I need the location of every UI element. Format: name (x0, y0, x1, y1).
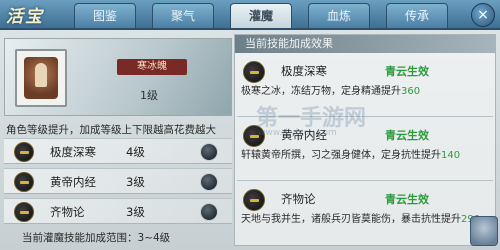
tab-guanmo[interactable]: 灌魔 (230, 3, 292, 28)
top-bar: 活宝 图鉴 聚气 灌魔 血炼 传承 × (0, 0, 500, 30)
tab-juqi[interactable]: 聚气 (152, 3, 214, 28)
tab-chuancheng[interactable]: 传承 (386, 3, 448, 28)
watermark-url: www.diyiyou.com (258, 128, 337, 138)
orb-slot-icon[interactable] (200, 203, 218, 221)
requirement-name: 黄帝内经 (50, 175, 96, 189)
left-panel: 寒冰魄 1级 角色等级提升，加成等级上下限越高花费越大 极度深寒 4级 黄帝内经… (4, 34, 232, 246)
skill-book-icon (243, 189, 265, 211)
app-window: 活宝 图鉴 聚气 灌魔 血炼 传承 × 寒冰魄 1级 角色等级提升，加成等级上下… (0, 0, 500, 250)
requirement-level: 3级 (126, 205, 145, 219)
upgrade-hint: 角色等级提升，加成等级上下限越高花费越大 (6, 124, 216, 136)
skill-display: 寒冰魄 1级 (4, 38, 232, 116)
game-logo: 活宝 (6, 7, 44, 27)
tab-tujian[interactable]: 图鉴 (74, 3, 136, 28)
requirement-row: 黄帝内经 3级 (4, 168, 232, 194)
game-emblem-icon (470, 216, 498, 246)
orb-slot-icon[interactable] (200, 143, 218, 161)
effect-value: 360 (401, 86, 421, 97)
site-watermark: 第一手游网 www.diyiyou.com (256, 106, 367, 138)
requirement-name: 极度深寒 (50, 145, 96, 159)
requirement-level: 4级 (126, 145, 145, 159)
skill-book-icon (14, 142, 34, 162)
skill-book-icon (243, 61, 265, 83)
right-panel: 当前技能加成效果 极度深寒 青云生效 极寒之冰，冻结万物，定身精通提升360 黄… (234, 34, 496, 246)
effect-status: 青云生效 (385, 193, 429, 206)
skill-level: 1级 (140, 89, 158, 102)
effect-name: 极度深寒 (281, 64, 327, 78)
tab-xuelian[interactable]: 血炼 (308, 3, 370, 28)
effect-status: 青云生效 (385, 129, 429, 142)
effect-status: 青云生效 (385, 65, 429, 78)
effect-description: 轩辕黄帝所撰，习之强身健体，定身抗性提升140 (241, 150, 461, 161)
orb-slot-icon[interactable] (200, 173, 218, 191)
effect-value: 140 (441, 150, 461, 161)
effect-item: 齐物论 青云生效 天地与我并生，诸般兵刃皆莫能伤，暴击抗性提升290 (237, 185, 493, 245)
skill-name: 寒冰魄 (117, 59, 187, 75)
effect-description: 天地与我并生，诸般兵刃皆莫能伤，暴击抗性提升290 (241, 213, 493, 227)
effects-title: 当前技能加成效果 (235, 35, 495, 53)
skill-portrait-icon (24, 57, 58, 99)
requirement-row: 极度深寒 4级 (4, 138, 232, 164)
skill-slot[interactable] (15, 49, 67, 107)
close-button[interactable]: × (471, 3, 495, 27)
bonus-range: 当前灌魔技能加成范围：3~4级 (22, 232, 171, 244)
skill-book-icon (14, 172, 34, 192)
skill-book-icon (14, 202, 34, 222)
requirement-level: 3级 (126, 175, 145, 189)
requirement-name: 齐物论 (50, 205, 85, 219)
effect-description: 极寒之冰，冻结万物，定身精通提升360 (241, 86, 421, 97)
effect-name: 齐物论 (281, 192, 316, 206)
requirement-row: 齐物论 3级 (4, 198, 232, 224)
